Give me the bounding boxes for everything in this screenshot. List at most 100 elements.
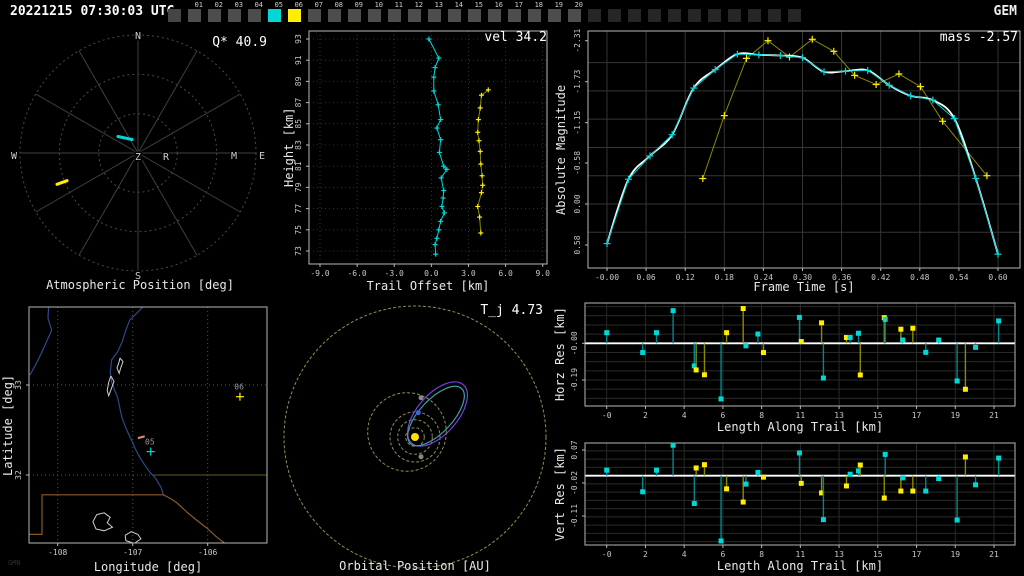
svg-text:21: 21 <box>989 411 999 420</box>
svg-text:-3.0: -3.0 <box>385 269 404 278</box>
frame-tab-02[interactable]: 02 <box>208 1 223 22</box>
svg-text:0.00: 0.00 <box>573 194 582 213</box>
svg-text:3.0: 3.0 <box>461 269 476 278</box>
svg-text:21: 21 <box>989 550 999 559</box>
svg-text:17: 17 <box>912 411 922 420</box>
frame-tab-number: 05 <box>274 1 283 9</box>
vert-xlabel: Length Along Trail [km] <box>716 559 884 573</box>
frame-tab-number: 06 <box>294 1 303 9</box>
frame-tab-number: 11 <box>394 1 403 9</box>
orbit-xlabel: Orbital Position [AU] <box>339 559 491 573</box>
frame-tab-06[interactable]: 06 <box>288 1 303 22</box>
frame-tab-19[interactable]: 19 <box>548 1 563 22</box>
panel-magnitude: -0.00 0.06 0.12 0.18 0.24 0.30 0.36 0.42 0.48 0.5… <box>550 25 1024 295</box>
frame-tab-number: 17 <box>514 1 523 9</box>
svg-text:4: 4 <box>682 411 687 420</box>
svg-text:33: 33 <box>14 380 23 390</box>
frame-tab-number: 09 <box>354 1 363 9</box>
svg-text:6: 6 <box>720 550 725 559</box>
frame-tab-14[interactable]: 14 <box>448 1 463 22</box>
frame-tab-blank <box>748 9 761 22</box>
svg-text:-0: -0 <box>602 550 612 559</box>
frame-tab-number: 16 <box>494 1 503 9</box>
horz-xlabel: Length Along Trail [km] <box>716 420 884 434</box>
frame-tab-08[interactable]: 08 <box>328 1 343 22</box>
svg-text:6.0: 6.0 <box>498 269 513 278</box>
frame-tab-10[interactable]: 10 <box>368 1 383 22</box>
orbital-plot <box>283 305 547 569</box>
svg-text:-0.00: -0.00 <box>570 331 579 355</box>
svg-text:4: 4 <box>682 550 687 559</box>
frame-tabs: 01 02 03 04 05 06 07 08 09 10 11 12 13 14 15 16 17 18 19 20 <box>168 0 801 24</box>
svg-text:-0.11: -0.11 <box>570 504 579 528</box>
svg-text:-9.0: -9.0 <box>310 269 329 278</box>
orbit-title: T_j 4.73 <box>480 303 543 318</box>
timestamp: 20221215 07:30:03 UTC <box>10 4 175 19</box>
meteor-analysis-screen: 20221215 07:30:03 UTC 01 02 03 04 05 06 07 08 09… <box>0 0 1024 576</box>
svg-text:-0.02: -0.02 <box>570 471 579 495</box>
frame-tab-15[interactable]: 15 <box>468 1 483 22</box>
svg-text:0.58: 0.58 <box>573 235 582 254</box>
svg-text:-108: -108 <box>48 548 67 557</box>
trail-offset-plot: -9.0 -6.0 -3.0 0.0 3.0 6.0 9.07375777981838587… <box>294 30 550 278</box>
map-ylabel: Latitude [deg] <box>1 374 15 476</box>
frame-tab-16[interactable]: 16 <box>488 1 503 22</box>
frame-tab-number: 08 <box>334 1 343 9</box>
frame-tab-blank <box>788 9 801 22</box>
frame-tab-13[interactable]: 13 <box>428 1 443 22</box>
frame-tab-07[interactable]: 07 <box>308 1 323 22</box>
svg-text:W: W <box>11 151 18 162</box>
magnitude-title: mass -2.57 <box>939 30 1018 45</box>
frame-tab-number: 14 <box>454 1 463 9</box>
frame-tab-number: 13 <box>434 1 443 9</box>
atmospheric-title: Q* 40.9 <box>212 35 267 50</box>
svg-text:11: 11 <box>796 550 806 559</box>
frame-tab-01[interactable]: 01 <box>188 1 203 22</box>
ground-map-plot: 05 06 -108 -107 -106 33 32 <box>14 306 268 557</box>
frame-tab-number: 02 <box>214 1 223 9</box>
vert-residuals-plot: -0 2 4 6 8 11 13 15 17 19 21 0.07 -0.02 -0.11 <box>570 440 1016 559</box>
frame-tab-17[interactable]: 17 <box>508 1 523 22</box>
frame-tab-number: 12 <box>414 1 423 9</box>
trail-title: vel 34.2 <box>484 30 547 45</box>
svg-text:-6.0: -6.0 <box>347 269 366 278</box>
frame-tab-number: 18 <box>534 1 543 9</box>
watermark: GMN <box>8 559 21 567</box>
frame-tab-20[interactable]: 20 <box>568 1 583 22</box>
svg-text:06: 06 <box>234 383 244 392</box>
frame-tab-11[interactable]: 11 <box>388 1 403 22</box>
frame-tab-09[interactable]: 09 <box>348 1 363 22</box>
svg-text:R: R <box>163 152 170 163</box>
frame-tab-number: 10 <box>374 1 383 9</box>
magnitude-xlabel: Frame Time [s] <box>753 280 855 294</box>
svg-text:2: 2 <box>643 411 648 420</box>
frame-tab-18[interactable]: 18 <box>528 1 543 22</box>
map-xlabel: Longitude [deg] <box>93 560 203 574</box>
svg-text:0.07: 0.07 <box>570 440 579 459</box>
panel-orbital-position: T_j 4.73 Orbital Position [AU] <box>280 295 550 576</box>
svg-text:9.0: 9.0 <box>535 269 550 278</box>
magnitude-plot: -0.00 0.06 0.12 0.18 0.24 0.30 0.36 0.42 0.48 0.5… <box>573 28 1021 282</box>
frame-tab-12[interactable]: 12 <box>408 1 423 22</box>
frame-tab-blank <box>648 9 661 22</box>
frame-tab-blank <box>768 9 781 22</box>
horz-ylabel: Horz Res [km] <box>553 307 567 402</box>
horz-residuals-plot: -0 2 4 6 8 11 13 15 17 19 21 -0.00 -0.19 <box>570 302 1016 420</box>
frame-tab-05[interactable]: 05 <box>268 1 283 22</box>
svg-text:-106: -106 <box>198 548 217 557</box>
panel-vert-residuals: -0 2 4 6 8 11 13 15 17 19 21 0.07 -0.02 -0.11 Length … <box>550 435 1024 576</box>
frame-tab-04[interactable]: 04 <box>248 1 263 22</box>
panel-atmospheric-position: NSWEZRM Q* 40.9 Atmospheric Position [de… <box>0 25 280 295</box>
svg-text:15: 15 <box>873 550 883 559</box>
frame-tab-03[interactable]: 03 <box>228 1 243 22</box>
svg-text:Z: Z <box>135 152 141 163</box>
topbar: 20221215 07:30:03 UTC 01 02 03 04 05 06 07 08 09… <box>0 0 1024 24</box>
svg-text:32: 32 <box>14 470 23 480</box>
magnitude-ylabel: Absolute Magnitude <box>554 84 568 215</box>
frame-tab-number: 20 <box>574 1 583 9</box>
panel-horz-residuals: -0 2 4 6 8 11 13 15 17 19 21 -0.00 -0.19 Length Alon… <box>550 295 1024 435</box>
svg-text:19: 19 <box>950 550 960 559</box>
svg-text:2: 2 <box>643 550 648 559</box>
trail-ylabel: Height [km] <box>282 107 296 188</box>
svg-text:-1.15: -1.15 <box>573 110 582 134</box>
